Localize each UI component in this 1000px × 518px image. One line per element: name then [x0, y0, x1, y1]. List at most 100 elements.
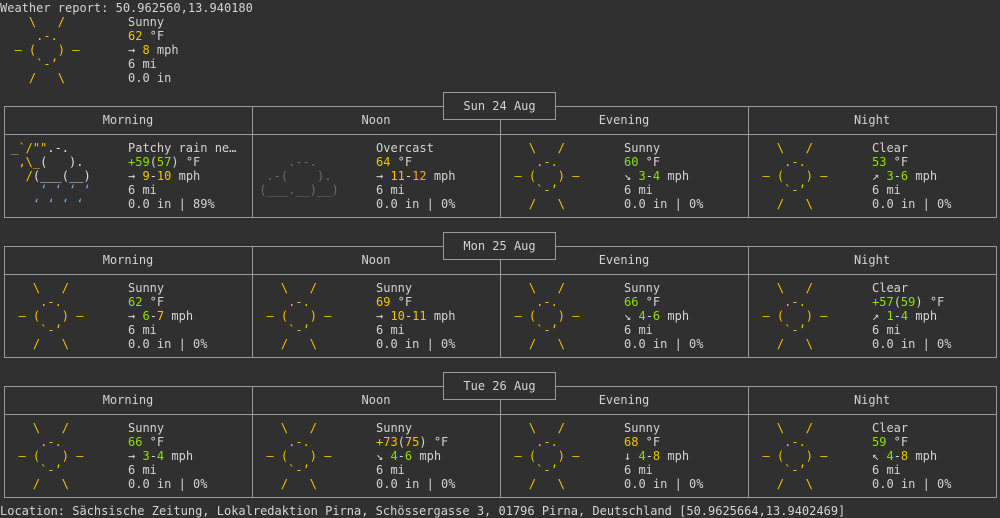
wind-segment: 4 — [390, 449, 398, 463]
icon-line: \ / — [252, 281, 346, 295]
icon-line: .-. — [500, 435, 594, 449]
period-header-morning: Morning — [102, 113, 154, 127]
wind-segment: mph — [426, 309, 456, 323]
condition-text: Overcast — [376, 141, 434, 155]
visibility: 6 mi — [128, 323, 157, 337]
temp-segment: 66 — [624, 295, 639, 309]
wind-segment: - — [645, 309, 653, 323]
wind-segment: 6 — [142, 309, 150, 323]
condition-text: Sunny — [128, 281, 165, 295]
wind-segment: 11 — [412, 309, 427, 323]
wind-segment: ↘ — [624, 309, 639, 323]
icon-line: .-. — [500, 295, 594, 309]
wind-segment: ↖ — [872, 449, 887, 463]
wind-segment: mph — [426, 169, 456, 183]
icon-glyph: _`/"" — [4, 141, 48, 155]
icon-line: `-’ — [748, 183, 842, 197]
wind-segment: → — [376, 169, 391, 183]
icon-line: `-’ — [500, 323, 594, 337]
icon-line: ‘ ‘ ‘ ‘ — [4, 183, 98, 197]
icon-line: .-. — [252, 295, 346, 309]
icon-glyph: (___(__) — [32, 169, 98, 183]
icon-line: .-. — [500, 155, 594, 169]
wind: ↘ 4-6 mph — [376, 449, 441, 463]
precipitation: 0.0 in | 0% — [624, 337, 704, 351]
icon-line: `-’ — [252, 463, 346, 477]
precipitation: 0.0 in | 89% — [128, 197, 215, 211]
temp-segment: 75 — [404, 435, 420, 449]
wind-segment: - — [397, 449, 405, 463]
visibility: 6 mi — [376, 183, 405, 197]
wind-segment: mph — [908, 309, 938, 323]
visibility: 6 mi — [128, 183, 157, 197]
icon-line: `-’ — [748, 463, 842, 477]
condition-text: Clear — [872, 281, 909, 295]
temp-segment: ) °F — [419, 435, 449, 449]
temperature: 66 °F — [128, 435, 164, 449]
temp-segment: °F — [886, 155, 909, 169]
wind: → 3-4 mph — [128, 449, 193, 463]
period-header-night: Night — [853, 253, 891, 267]
wind: → 6-7 mph — [128, 309, 193, 323]
wind-segment: 4 — [886, 449, 894, 463]
temp-segment: ( — [149, 155, 157, 169]
temperature: 60 °F — [624, 155, 660, 169]
icon-line: (___.__)__) — [252, 183, 346, 197]
icon-line: `-’ — [4, 323, 98, 337]
icon-line: \ / — [500, 281, 594, 295]
visibility: 6 mi — [872, 183, 901, 197]
current-temp-unit: °F — [142, 29, 165, 43]
temp-segment: °F — [142, 435, 165, 449]
temp-segment: °F — [638, 155, 661, 169]
condition-text: Sunny — [624, 281, 661, 295]
wind-segment: - — [149, 169, 157, 183]
wind-direction-arrow: → — [128, 43, 136, 57]
icon-line: / \ — [500, 477, 594, 491]
temp-segment: ) °F — [915, 295, 945, 309]
period-header-morning: Morning — [102, 253, 154, 267]
wind-segment: mph — [908, 449, 938, 463]
icon-line: ― ( ) ― — [4, 309, 98, 323]
temp-segment: 59 — [872, 435, 887, 449]
condition-text: Sunny — [376, 281, 413, 295]
wind-segment: 4 — [638, 449, 646, 463]
precipitation: 0.0 in | 0% — [872, 197, 952, 211]
icon-line: ― ( ) ― — [500, 449, 594, 463]
condition-text: Sunny — [624, 421, 661, 435]
temperature: 64 °F — [376, 155, 412, 169]
icon-line: ,\_( ). — [4, 155, 98, 169]
wind: ↖ 4-8 mph — [872, 449, 937, 463]
icon-line: .-. — [748, 155, 842, 169]
temp-segment: °F — [638, 435, 661, 449]
precipitation: 0.0 in | 0% — [376, 477, 456, 491]
icon-line: / \ — [748, 197, 842, 211]
wind-segment: 10 — [390, 309, 405, 323]
icon-line: ― ( ) ― — [500, 309, 594, 323]
precipitation: 0.0 in | 0% — [128, 477, 208, 491]
icon-glyph: ‘ ‘ ‘ ‘ — [4, 183, 98, 197]
wind-segment: 11 — [390, 169, 405, 183]
wind-segment: 3 — [886, 169, 894, 183]
wind-segment: - — [645, 169, 653, 183]
icon-glyph: ,\_ — [4, 155, 41, 169]
location-footer: Location: Sächsische Zeitung, Lokalredak… — [0, 504, 846, 518]
icon-line: / \ — [748, 477, 842, 491]
wind-segment: ↗ — [872, 309, 887, 323]
precipitation: 0.0 in | 0% — [376, 337, 456, 351]
icon-line: .-. — [748, 295, 842, 309]
period-header-night: Night — [853, 393, 891, 407]
icon-line: \ / — [4, 281, 98, 295]
condition-text: Patchy rain ne… — [128, 141, 237, 155]
temp-segment: °F — [886, 435, 909, 449]
icon-line: /(___(__) — [4, 169, 98, 183]
icon-line: `-’ — [500, 463, 594, 477]
temperature: 59 °F — [872, 435, 908, 449]
icon-line: ― ( ) ― — [252, 309, 346, 323]
icon-line: `-’ — [4, 463, 98, 477]
temp-segment: 53 — [872, 155, 887, 169]
wind-segment: 4 — [638, 309, 646, 323]
icon-line: \ / — [748, 421, 842, 435]
temp-segment: ( — [397, 435, 405, 449]
precipitation: 0.0 in | 0% — [624, 477, 704, 491]
visibility: 6 mi — [376, 323, 405, 337]
